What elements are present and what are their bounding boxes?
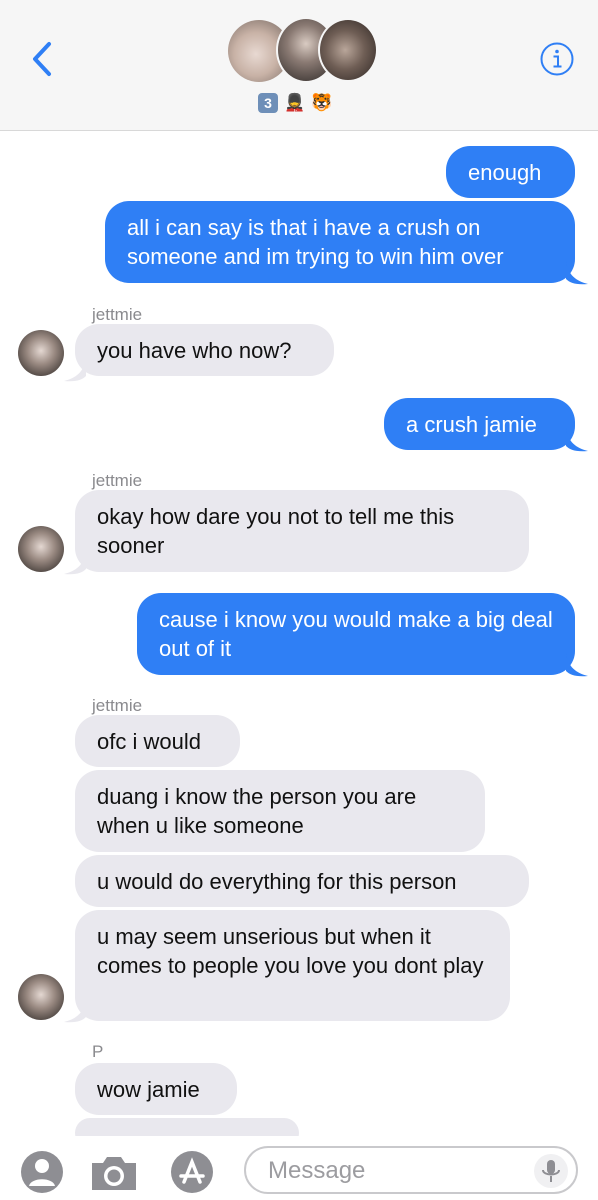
sender-name: P <box>92 1042 104 1061</box>
camera-button[interactable] <box>88 1154 140 1197</box>
info-button[interactable] <box>539 41 575 77</box>
chevron-left-icon <box>33 42 51 76</box>
back-button[interactable] <box>22 36 62 82</box>
tiger-emoji: 🐯 <box>311 93 333 112</box>
sender-name: jettmie <box>92 471 143 490</box>
bubble-tail <box>566 428 588 452</box>
sender-avatar[interactable] <box>18 330 64 376</box>
camera-icon <box>92 1157 136 1190</box>
incoming-message[interactable]: ofc i would <box>75 715 240 767</box>
memoji-button[interactable] <box>20 1150 64 1199</box>
outgoing-message[interactable]: cause i know you would make a big deal o… <box>137 593 575 675</box>
microphone-icon <box>542 1160 560 1182</box>
conversation-header: 3 💂 🐯 <box>0 0 598 131</box>
incoming-message[interactable]: duang i know the person you are when u l… <box>75 770 485 852</box>
sender-name: jettmie <box>92 696 143 715</box>
keycap-badge: 3 <box>258 93 278 113</box>
bubble-tail <box>566 261 588 285</box>
incoming-message[interactable]: you have who now? <box>75 324 334 376</box>
incoming-message[interactable]: okay how dare you not to tell me this so… <box>75 490 529 572</box>
message-input[interactable] <box>266 1154 520 1188</box>
bubble-tail <box>566 653 588 677</box>
group-avatar-3[interactable] <box>318 18 378 82</box>
sender-avatar[interactable] <box>18 974 64 1020</box>
outgoing-message[interactable]: enough <box>446 146 575 198</box>
group-name[interactable]: 3 💂 🐯 <box>258 92 332 114</box>
outgoing-message[interactable]: a crush jamie <box>384 398 575 450</box>
app-store-icon <box>171 1151 213 1193</box>
sender-avatar[interactable] <box>18 526 64 572</box>
info-icon <box>540 42 574 76</box>
person-icon <box>21 1151 63 1193</box>
incoming-message[interactable]: u would do everything for this person <box>75 855 529 907</box>
message-field[interactable] <box>244 1146 578 1194</box>
incoming-message[interactable]: wow jamie <box>75 1063 237 1115</box>
app-store-button[interactable] <box>170 1150 214 1199</box>
sender-name: jettmie <box>92 305 143 324</box>
dictation-button[interactable] <box>534 1154 568 1188</box>
message-list[interactable]: enough all i can say is that i have a cr… <box>0 131 598 1148</box>
incoming-message[interactable]: u may seem unserious but when it comes t… <box>75 910 510 1021</box>
guard-emoji: 💂 <box>284 93 306 112</box>
outgoing-message[interactable]: all i can say is that i have a crush on … <box>105 201 575 283</box>
